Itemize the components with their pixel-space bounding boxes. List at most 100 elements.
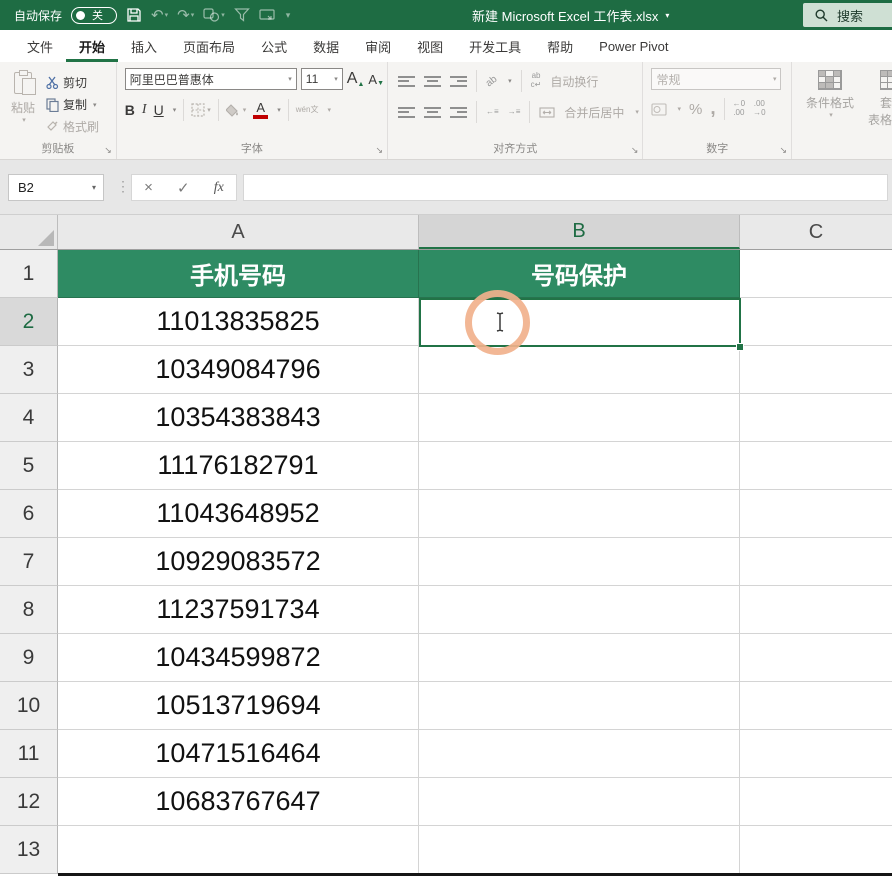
formula-input[interactable] [243, 174, 888, 201]
cell-C11[interactable] [740, 730, 892, 778]
number-format-select[interactable]: 常规 ▾ [651, 68, 781, 90]
title-chevron-icon[interactable]: ▾ [665, 11, 669, 20]
cell-C5[interactable] [740, 442, 892, 490]
tab-数据[interactable]: 数据 [300, 30, 352, 62]
cell-B1[interactable]: 号码保护 [419, 250, 740, 298]
paste-chevron-icon[interactable]: ▾ [22, 116, 26, 124]
cell-A13[interactable] [58, 826, 419, 874]
cell-C10[interactable] [740, 682, 892, 730]
cell-C12[interactable] [740, 778, 892, 826]
qat-customize-chevron-icon[interactable]: ▾ [286, 10, 291, 21]
cell-C2[interactable] [740, 298, 892, 346]
undo-icon[interactable]: ↶▾ [151, 6, 168, 24]
cell-B12[interactable] [419, 778, 740, 826]
increase-indent-button[interactable]: →≡ [508, 108, 521, 117]
phonetic-button[interactable]: wén文 [296, 106, 319, 115]
underline-button[interactable]: U [154, 102, 164, 118]
tab-开始[interactable]: 开始 [66, 30, 118, 62]
cell-B4[interactable] [419, 394, 740, 442]
decrease-decimal-button[interactable]: .00→0 [753, 100, 765, 118]
row-header-11[interactable]: 11 [0, 730, 58, 778]
tab-Power Pivot[interactable]: Power Pivot [586, 30, 681, 62]
cell-B6[interactable] [419, 490, 740, 538]
cell-C9[interactable] [740, 634, 892, 682]
format-as-table-button[interactable]: 套用 表格格式 [868, 68, 892, 159]
fill-color-chevron-icon[interactable]: ▾ [243, 106, 247, 114]
select-all-button[interactable] [0, 215, 58, 249]
merge-center-button[interactable]: 合并后居中 [564, 104, 624, 121]
cell-B8[interactable] [419, 586, 740, 634]
cell-C6[interactable] [740, 490, 892, 538]
insert-function-button[interactable]: fx [214, 180, 224, 196]
cut-button[interactable]: 剪切 [46, 73, 99, 92]
cell-C7[interactable] [740, 538, 892, 586]
number-dialog-launcher[interactable]: ↘ [779, 146, 787, 155]
font-size-select[interactable]: 11 ▾ [301, 68, 343, 90]
underline-chevron-icon[interactable]: ▾ [173, 106, 177, 114]
phonetic-chevron-icon[interactable]: ▾ [327, 106, 331, 114]
enter-button[interactable]: ✓ [177, 179, 190, 197]
clipboard-dialog-launcher[interactable]: ↘ [104, 146, 112, 155]
row-header-5[interactable]: 5 [0, 442, 58, 490]
search-box[interactable]: 搜索 [803, 3, 892, 27]
row-header-12[interactable]: 12 [0, 778, 58, 826]
align-middle-button[interactable] [424, 76, 441, 87]
cell-A4[interactable]: 10354383843 [58, 394, 419, 442]
grow-font-button[interactable]: A▲ [347, 70, 365, 88]
redo-icon[interactable]: ↷▾ [177, 6, 194, 24]
italic-button[interactable]: I [142, 102, 147, 118]
cell-C8[interactable] [740, 586, 892, 634]
shapes-chevron-icon[interactable]: ▾ [221, 11, 225, 19]
merge-center-chevron-icon[interactable]: ▾ [635, 108, 639, 116]
cell-C1[interactable] [740, 250, 892, 298]
wrap-text-icon[interactable]: abc↵ [531, 72, 542, 90]
bold-button[interactable]: B [125, 102, 135, 118]
align-right-button[interactable] [450, 107, 467, 118]
percent-button[interactable]: % [689, 101, 702, 118]
comma-button[interactable]: , [710, 98, 715, 120]
cell-A5[interactable]: 11176182791 [58, 442, 419, 490]
row-header-4[interactable]: 4 [0, 394, 58, 442]
copy-button[interactable]: 复制 ▾ [46, 95, 99, 114]
row-header-2[interactable]: 2 [0, 298, 58, 346]
cell-A1[interactable]: 手机号码 [58, 250, 419, 298]
conditional-formatting-button[interactable]: 条件格式 ▾ [806, 68, 854, 159]
cell-B10[interactable] [419, 682, 740, 730]
row-header-10[interactable]: 10 [0, 682, 58, 730]
increase-decimal-button[interactable]: ←0.00 [733, 100, 745, 118]
cell-A3[interactable]: 10349084796 [58, 346, 419, 394]
font-color-button[interactable]: A [253, 101, 268, 119]
cell-A12[interactable]: 10683767647 [58, 778, 419, 826]
tab-公式[interactable]: 公式 [248, 30, 300, 62]
column-header-C[interactable]: C [740, 215, 892, 249]
cell-A10[interactable]: 10513719694 [58, 682, 419, 730]
column-header-A[interactable]: A [58, 215, 419, 249]
cell-A7[interactable]: 10929083572 [58, 538, 419, 586]
redo-chevron-icon[interactable]: ▾ [191, 11, 195, 19]
align-top-button[interactable] [398, 76, 415, 87]
cell-C4[interactable] [740, 394, 892, 442]
tab-页面布局[interactable]: 页面布局 [170, 30, 248, 62]
undo-chevron-icon[interactable]: ▾ [165, 11, 169, 19]
borders-button[interactable]: ▾ [191, 103, 211, 117]
align-center-button[interactable] [424, 107, 441, 118]
shrink-font-button[interactable]: A▼ [368, 72, 384, 87]
screen-clip-icon[interactable] [259, 9, 276, 22]
font-dialog-launcher[interactable]: ↘ [375, 146, 383, 155]
row-header-6[interactable]: 6 [0, 490, 58, 538]
cell-C13[interactable] [740, 826, 892, 874]
cell-B11[interactable] [419, 730, 740, 778]
row-header-3[interactable]: 3 [0, 346, 58, 394]
row-header-9[interactable]: 9 [0, 634, 58, 682]
align-left-button[interactable] [398, 107, 415, 118]
copy-chevron-icon[interactable]: ▾ [93, 101, 97, 109]
cell-B7[interactable] [419, 538, 740, 586]
wrap-text-button[interactable]: 自动换行 [550, 73, 598, 90]
row-header-7[interactable]: 7 [0, 538, 58, 586]
cell-A2[interactable]: 11013835825 [58, 298, 419, 346]
cell-B9[interactable] [419, 634, 740, 682]
alignment-dialog-launcher[interactable]: ↘ [631, 146, 639, 155]
orientation-button[interactable]: ab [484, 73, 500, 89]
shapes-icon[interactable]: ▾ [203, 8, 225, 22]
row-header-1[interactable]: 1 [0, 250, 58, 298]
